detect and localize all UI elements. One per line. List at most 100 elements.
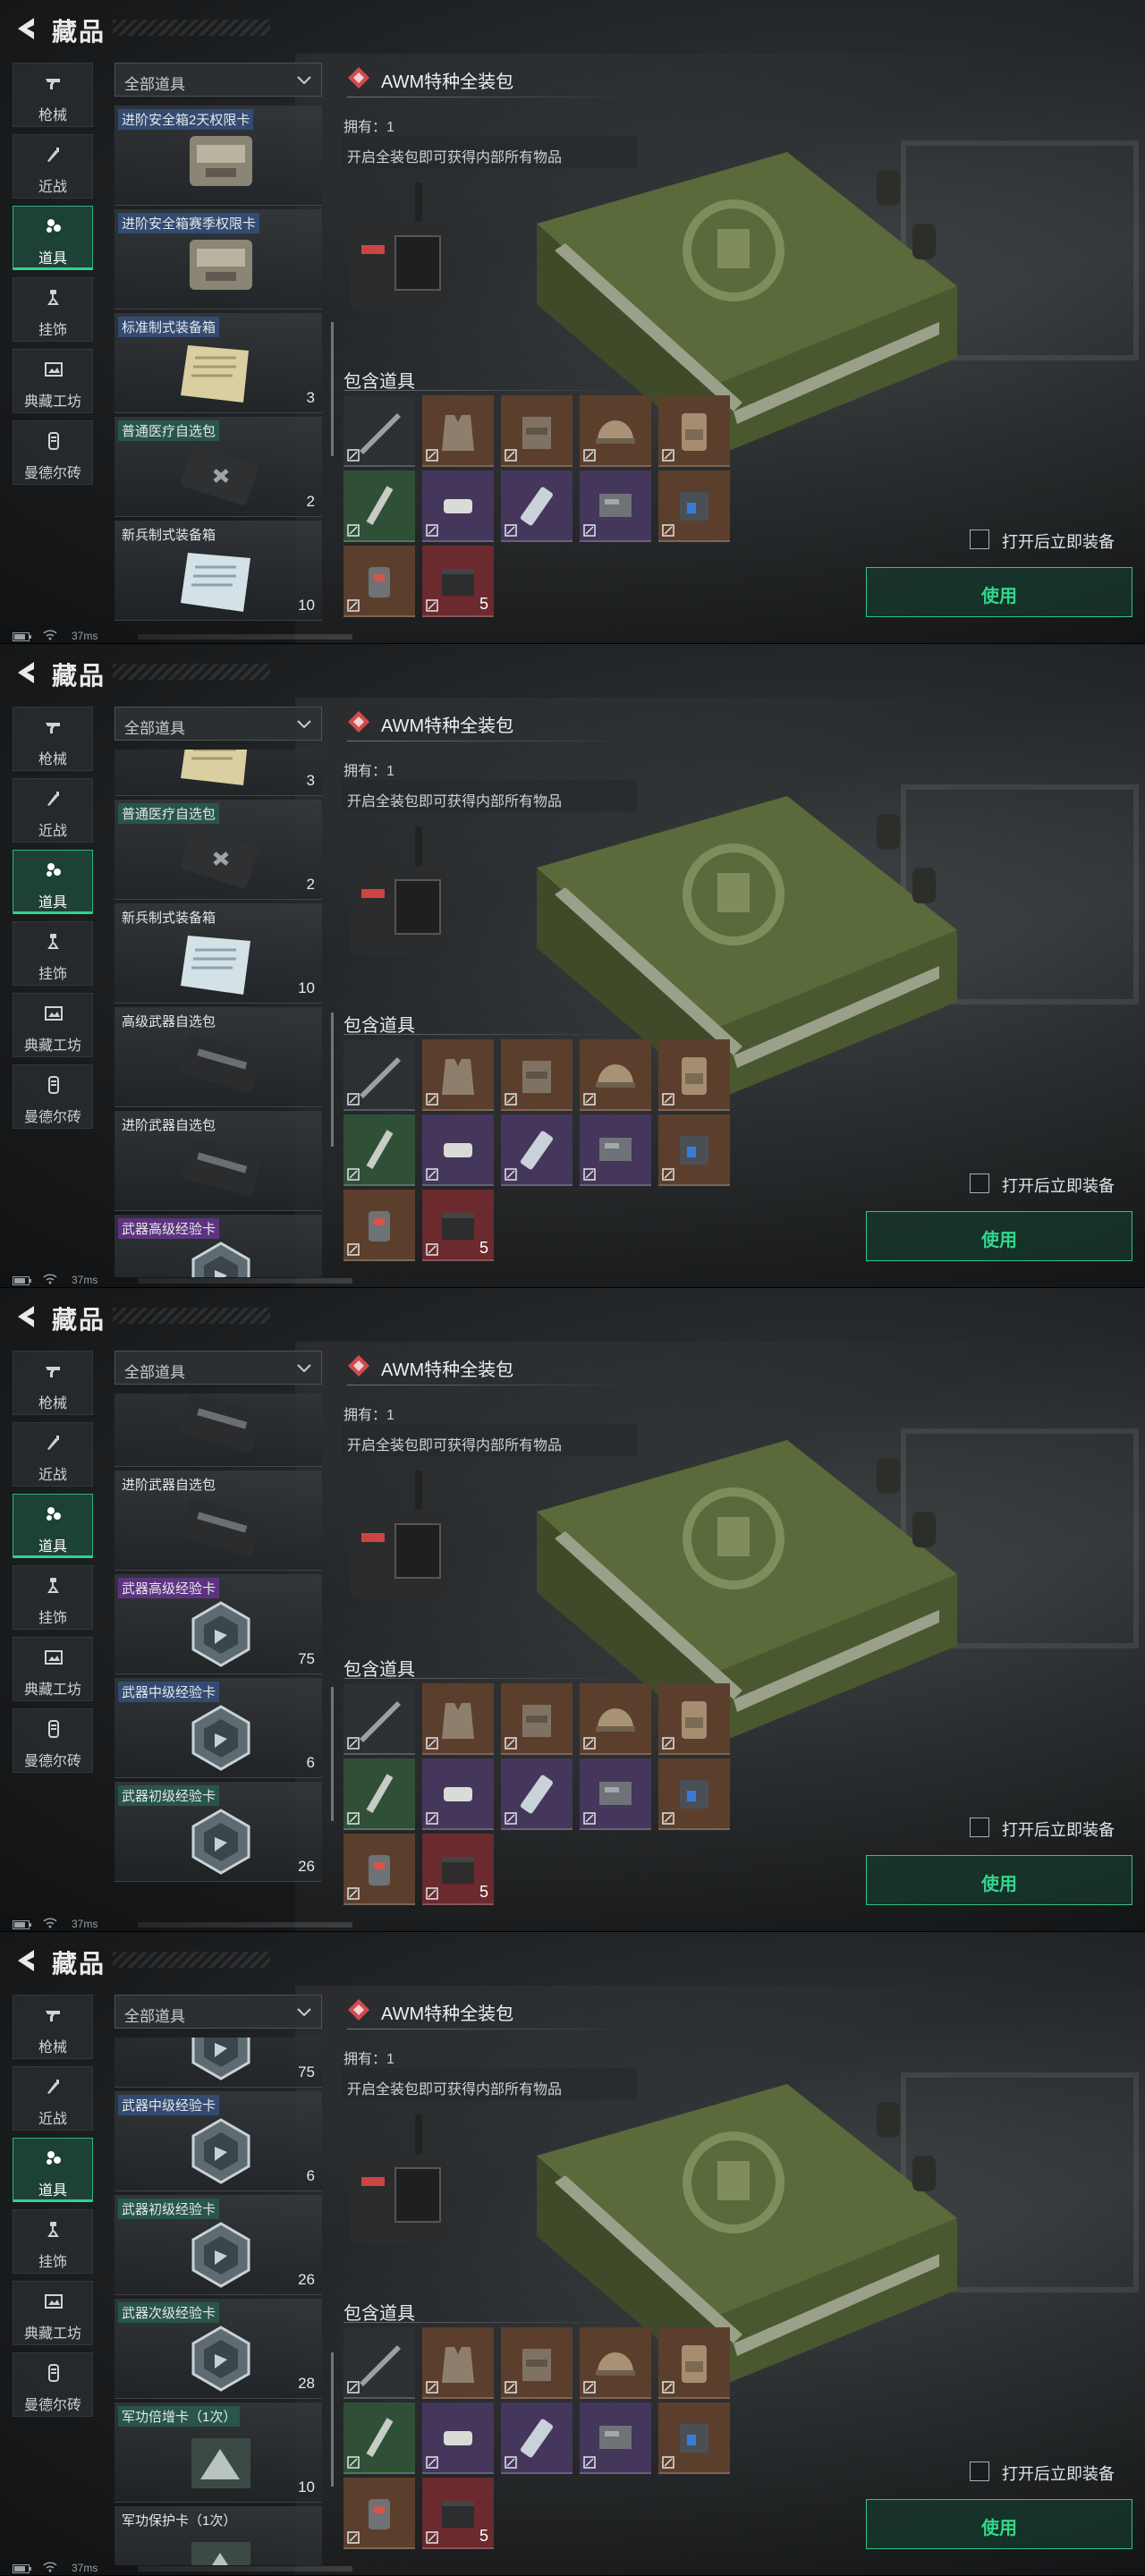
list-item[interactable]: 高级武器自选包 — [114, 1007, 322, 1107]
content-item[interactable] — [422, 2327, 494, 2399]
sidebar-item-3[interactable]: 挂饰 — [13, 2209, 93, 2274]
use-button[interactable]: 使用 — [866, 2499, 1132, 2549]
filter-dropdown[interactable]: 全部道具 — [114, 1351, 322, 1385]
use-button[interactable]: 使用 — [866, 1211, 1132, 1261]
content-item[interactable] — [344, 1683, 415, 1755]
list-item[interactable]: 标准制式装备箱 3 — [114, 313, 322, 413]
sidebar-item-4[interactable]: 典藏工坊 — [13, 1637, 93, 1701]
sidebar-item-3[interactable]: 挂饰 — [13, 277, 93, 342]
content-item[interactable] — [658, 1683, 730, 1755]
sidebar-item-0[interactable]: 枪械 — [13, 1995, 93, 2059]
content-item[interactable] — [344, 2478, 415, 2549]
content-item[interactable] — [658, 470, 730, 542]
sidebar-item-1[interactable]: 近战 — [13, 2066, 93, 2131]
content-item[interactable] — [422, 470, 494, 542]
sidebar-item-5[interactable]: 曼德尔砖 — [13, 1708, 93, 1773]
list-item[interactable]: 新兵制式装备箱 10 — [114, 903, 322, 1004]
content-item[interactable]: 5 — [422, 1190, 494, 1261]
back-arrow-icon[interactable] — [13, 1945, 45, 1977]
content-item[interactable] — [501, 1114, 572, 1186]
list-item[interactable]: 新兵制式装备箱 10 — [114, 521, 322, 621]
content-item[interactable] — [501, 470, 572, 542]
content-item[interactable] — [580, 2402, 651, 2474]
content-item[interactable] — [344, 1114, 415, 1186]
content-item[interactable] — [501, 395, 572, 467]
content-item[interactable] — [344, 1190, 415, 1261]
content-item[interactable] — [658, 1758, 730, 1830]
list-item[interactable]: 普通医疗自选包 2 — [114, 417, 322, 517]
content-item[interactable] — [344, 2327, 415, 2399]
content-item[interactable] — [422, 1683, 494, 1755]
use-button[interactable]: 使用 — [866, 567, 1132, 617]
content-item[interactable] — [422, 1758, 494, 1830]
sidebar-item-1[interactable]: 近战 — [13, 778, 93, 843]
sidebar-item-0[interactable]: 枪械 — [13, 1351, 93, 1415]
content-item[interactable] — [344, 1758, 415, 1830]
use-button[interactable]: 使用 — [866, 1855, 1132, 1905]
sidebar-item-4[interactable]: 典藏工坊 — [13, 2281, 93, 2345]
list-item[interactable]: 武器高级经验卡 75 — [114, 1574, 322, 1674]
content-item[interactable] — [580, 1114, 651, 1186]
content-item[interactable] — [580, 395, 651, 467]
filter-dropdown[interactable]: 全部道具 — [114, 707, 322, 741]
sidebar-item-3[interactable]: 挂饰 — [13, 921, 93, 986]
content-item[interactable] — [501, 1683, 572, 1755]
sidebar-item-2[interactable]: 道具 — [13, 206, 93, 270]
content-item[interactable] — [344, 2402, 415, 2474]
content-item[interactable] — [658, 2402, 730, 2474]
list-scrollbar[interactable] — [331, 2352, 334, 2487]
equip-after-open-option[interactable]: 打开后立即装备 — [970, 1816, 1145, 1839]
back-arrow-icon[interactable] — [13, 1301, 45, 1333]
sidebar-item-4[interactable]: 典藏工坊 — [13, 993, 93, 1057]
equip-checkbox[interactable] — [970, 1818, 989, 1837]
list-scrollbar[interactable] — [331, 1687, 334, 1821]
equip-after-open-option[interactable]: 打开后立即装备 — [970, 1172, 1145, 1195]
list-item[interactable]: 高级武器自选包 — [114, 1394, 322, 1467]
content-item[interactable] — [344, 1039, 415, 1111]
sidebar-item-5[interactable]: 曼德尔砖 — [13, 420, 93, 485]
content-item[interactable] — [580, 1683, 651, 1755]
sidebar-item-4[interactable]: 典藏工坊 — [13, 349, 93, 413]
sidebar-item-0[interactable]: 枪械 — [13, 63, 93, 127]
list-item[interactable]: 进阶安全箱2天权限卡 — [114, 106, 322, 206]
equip-checkbox[interactable] — [970, 530, 989, 549]
list-item[interactable]: 武器初级经验卡 26 — [114, 2195, 322, 2295]
content-item[interactable] — [580, 2327, 651, 2399]
back-arrow-icon[interactable] — [13, 13, 45, 45]
list-item[interactable]: 75 — [114, 2038, 322, 2088]
content-item[interactable] — [580, 470, 651, 542]
sidebar-item-2[interactable]: 道具 — [13, 850, 93, 914]
content-item[interactable]: 5 — [422, 1834, 494, 1905]
content-item[interactable] — [580, 1758, 651, 1830]
equip-after-open-option[interactable]: 打开后立即装备 — [970, 528, 1145, 551]
equip-after-open-option[interactable]: 打开后立即装备 — [970, 2460, 1145, 2483]
equip-checkbox[interactable] — [970, 2462, 989, 2481]
content-item[interactable] — [658, 2327, 730, 2399]
list-item[interactable]: 进阶武器自选包 — [114, 1470, 322, 1571]
sidebar-item-1[interactable]: 近战 — [13, 134, 93, 199]
list-item[interactable]: 武器高级经验卡 — [114, 1215, 322, 1277]
list-scrollbar[interactable] — [331, 322, 334, 456]
list-item[interactable]: 武器次级经验卡 28 — [114, 2299, 322, 2399]
content-item[interactable]: 5 — [422, 546, 494, 617]
list-item[interactable]: 进阶武器自选包 — [114, 1111, 322, 1211]
list-item[interactable]: 3 — [114, 750, 322, 796]
sidebar-item-3[interactable]: 挂饰 — [13, 1565, 93, 1630]
equip-checkbox[interactable] — [970, 1174, 989, 1193]
content-item[interactable] — [422, 1039, 494, 1111]
content-item[interactable] — [344, 1834, 415, 1905]
list-item[interactable]: 军功倍增卡（1次） 10 — [114, 2402, 322, 2503]
content-item[interactable] — [501, 2402, 572, 2474]
content-item[interactable] — [658, 1114, 730, 1186]
list-item[interactable]: 武器中级经验卡 6 — [114, 2091, 322, 2191]
list-item[interactable]: 武器中级经验卡 6 — [114, 1678, 322, 1778]
sidebar-item-1[interactable]: 近战 — [13, 1422, 93, 1487]
list-scrollbar[interactable] — [331, 1013, 334, 1147]
content-item[interactable] — [422, 1114, 494, 1186]
filter-dropdown[interactable]: 全部道具 — [114, 1995, 322, 2029]
filter-dropdown[interactable]: 全部道具 — [114, 63, 322, 97]
back-arrow-icon[interactable] — [13, 657, 45, 689]
content-item[interactable] — [658, 1039, 730, 1111]
list-item[interactable]: 进阶安全箱赛季权限卡 — [114, 209, 322, 309]
content-item[interactable] — [580, 1039, 651, 1111]
